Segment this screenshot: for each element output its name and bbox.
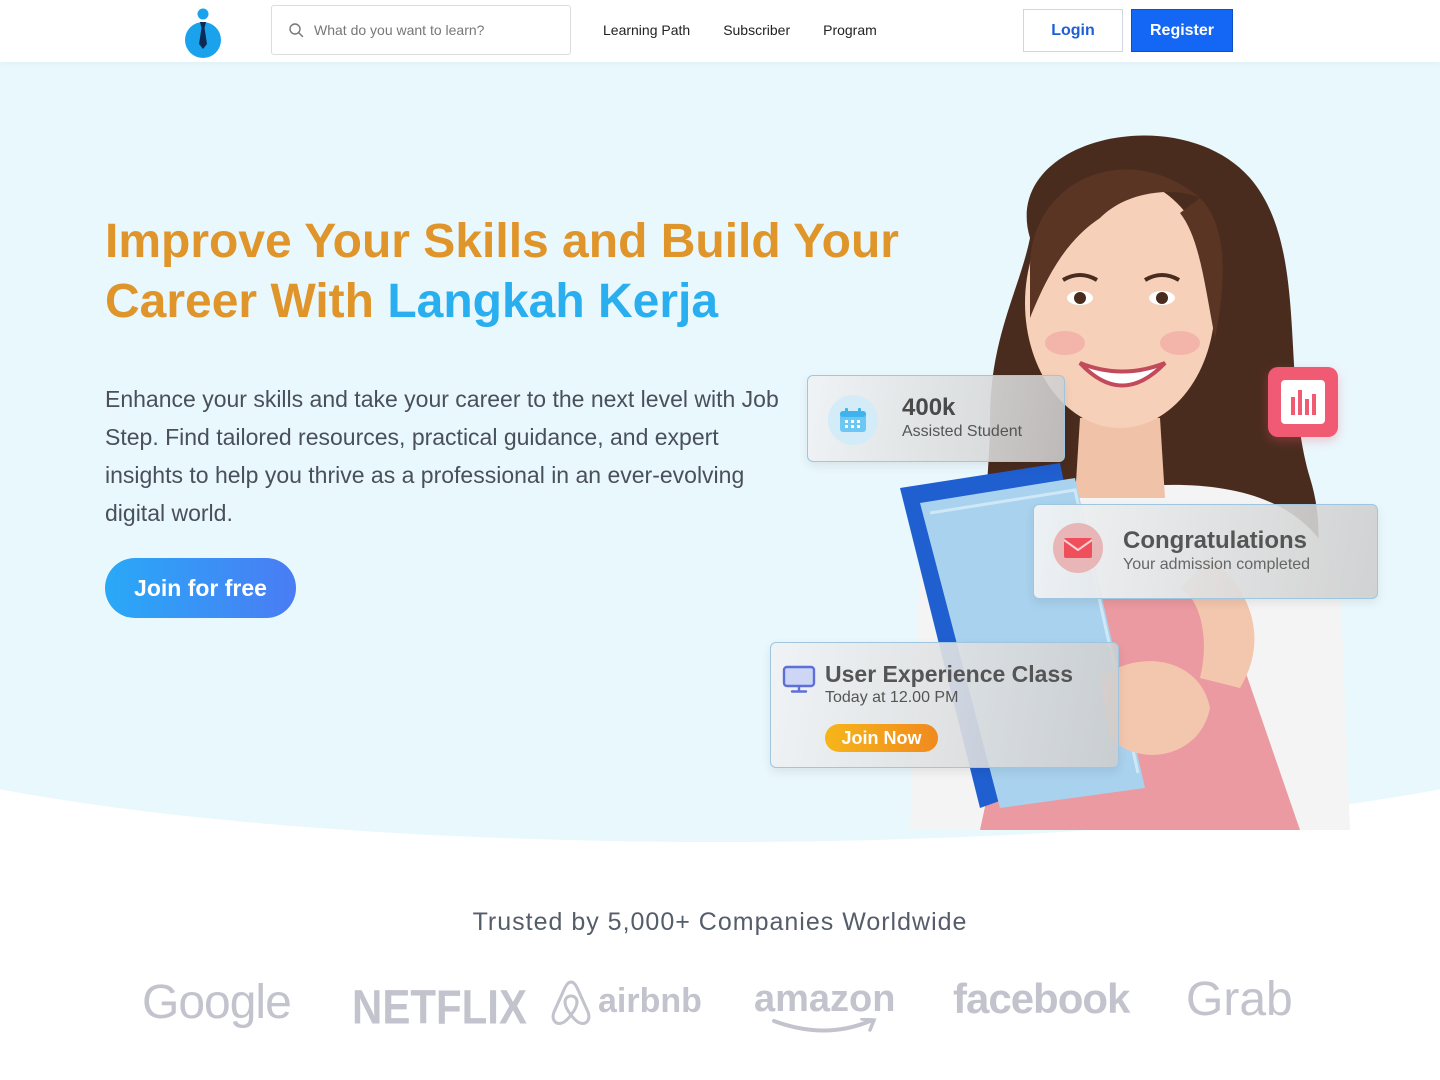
hero-title-line1: Improve Your Skills and Build Your	[105, 215, 899, 268]
nav-program[interactable]: Program	[823, 22, 877, 38]
netflix-logo: NETFLIX	[352, 980, 527, 1035]
grab-logo: Grab	[1186, 973, 1293, 1026]
students-count: 400k	[902, 394, 956, 421]
trusted-heading: Trusted by 5,000+ Companies Worldwide	[472, 908, 968, 936]
congrats-title: Congratulations	[1123, 527, 1307, 554]
students-label: Assisted Student	[902, 423, 1023, 440]
congrats-subtitle: Your admission completed	[1123, 556, 1311, 573]
amazon-smile-icon	[772, 1018, 877, 1033]
facebook-logo: facebook	[953, 975, 1130, 1022]
class-card: User Experience Class Today at 12.00 PM …	[770, 642, 1119, 768]
main-nav: Learning Path Subscriber Program	[603, 22, 877, 38]
join-for-free-button[interactable]: Join for free	[105, 558, 296, 618]
airbnb-icon	[551, 980, 591, 1025]
google-logo: Google	[142, 976, 292, 1029]
nav-subscriber[interactable]: Subscriber	[723, 22, 790, 38]
class-time: Today at 12.00 PM	[825, 689, 959, 706]
mail-icon-wrapper	[1053, 523, 1103, 573]
class-title: User Experience Class	[825, 661, 1074, 687]
logo-icon[interactable]	[184, 8, 222, 58]
bar-chart-icon	[1281, 380, 1325, 424]
landing-page: Learning Path Subscriber Program Login R…	[0, 0, 1440, 1080]
mail-icon	[1063, 538, 1093, 558]
hero-title: Improve Your Skills and Build Your Caree…	[105, 212, 905, 332]
hero-description: Enhance your skills and take your career…	[105, 386, 779, 526]
monitor-icon	[782, 665, 816, 693]
join-now-button[interactable]: Join Now	[825, 724, 938, 752]
stats-badge	[1268, 367, 1338, 437]
calendar-icon	[840, 408, 866, 432]
calendar-icon-wrapper	[828, 395, 878, 445]
assisted-students-card: 400k Assisted Student	[807, 375, 1065, 462]
search-input[interactable]	[314, 22, 554, 38]
login-button[interactable]: Login	[1023, 9, 1123, 52]
register-button[interactable]: Register	[1131, 9, 1233, 52]
hero-title-line2-prefix: Career With	[105, 275, 388, 328]
hero-title-brand: Langkah Kerja	[387, 275, 719, 328]
amazon-logo: amazon	[754, 978, 896, 1020]
search-icon	[289, 23, 304, 38]
company-logos: Google NETFLIX airbnb amazon facebook Gr…	[0, 960, 1440, 1040]
search-box[interactable]	[271, 5, 571, 55]
header: Learning Path Subscriber Program Login R…	[0, 0, 1440, 62]
airbnb-logo: airbnb	[598, 982, 702, 1020]
nav-learning-path[interactable]: Learning Path	[603, 22, 690, 38]
admission-card: Congratulations Your admission completed	[1033, 504, 1378, 599]
